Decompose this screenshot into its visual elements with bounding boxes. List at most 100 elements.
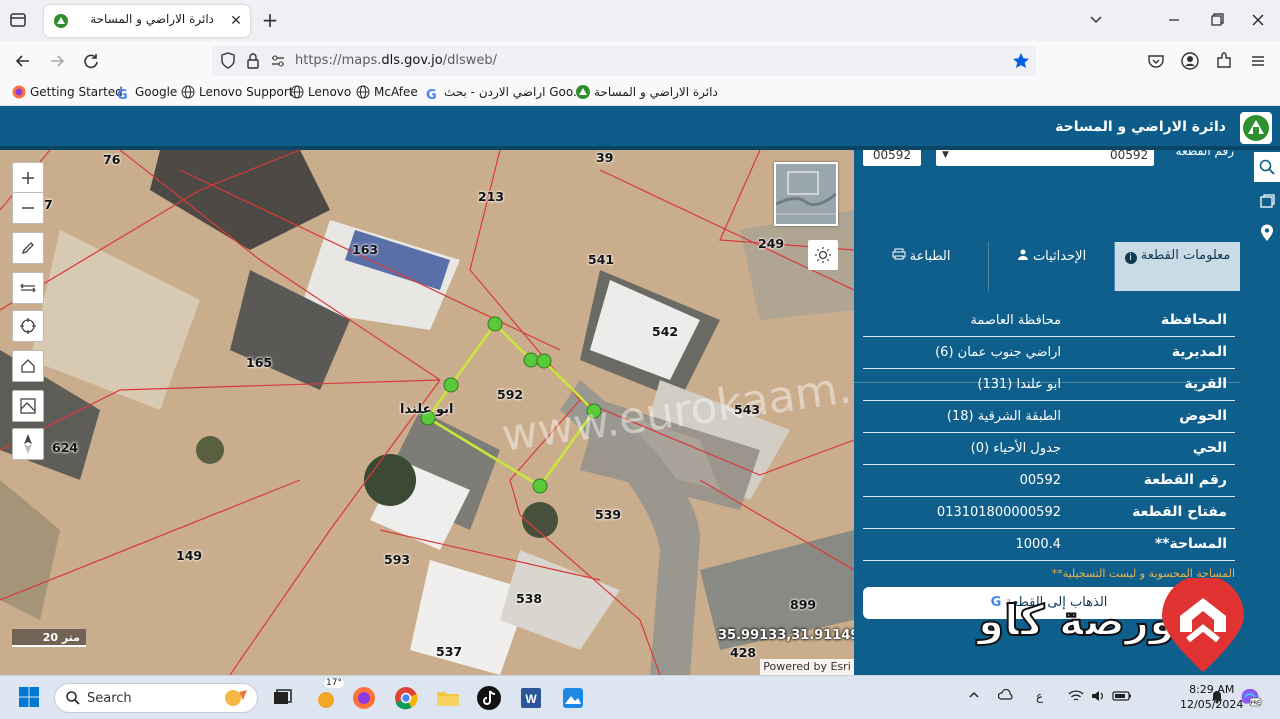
bookmark-lenovo-support[interactable]: Lenovo Support [181, 85, 294, 101]
compass-icon[interactable] [12, 428, 44, 460]
bookmark-dls[interactable]: دائرة الاراضي و المساحة [576, 85, 718, 101]
windows-start-icon[interactable] [18, 686, 40, 708]
parcel-label: 539 [595, 507, 622, 522]
globe-icon [181, 85, 195, 99]
word-icon[interactable]: W [517, 684, 545, 712]
wifi-icon[interactable] [1068, 689, 1084, 706]
tiktok-icon[interactable] [475, 684, 503, 712]
info-row-area: **المساحة 1000.4 [863, 529, 1235, 561]
close-window-icon[interactable] [1244, 8, 1272, 32]
onedrive-icon[interactable] [997, 688, 1014, 704]
chevron-up-icon[interactable] [968, 689, 980, 704]
close-tab-icon[interactable]: ✕ [228, 13, 244, 29]
map-view[interactable]: www.eurokaam.com 76 39 213 7 163 249 541… [0, 150, 854, 675]
menu-icon[interactable] [1247, 50, 1269, 72]
navigation-bar: https://maps.dls.gov.jo/dlsweb/ [0, 41, 1280, 79]
info-row-parcel-number: رقم القطعة 00592 [863, 465, 1235, 497]
lock-icon[interactable] [246, 52, 260, 73]
task-view-icon[interactable] [268, 684, 296, 712]
dls-logo-icon [1240, 112, 1272, 144]
search-icon [65, 690, 81, 709]
parcel-label: 542 [652, 324, 679, 339]
parcel-label: 538 [516, 591, 543, 606]
parcel-label: 163 [352, 242, 379, 257]
parcel-search-label: رقم القطعة [1175, 150, 1234, 158]
measure-icon[interactable] [12, 272, 44, 304]
parcel-label: 541 [588, 252, 615, 267]
file-explorer-icon[interactable] [434, 684, 462, 712]
printer-icon [892, 248, 910, 264]
restore-icon[interactable] [1202, 8, 1230, 32]
site-permissions-icon[interactable] [270, 53, 286, 72]
esri-attribution: Powered by Esri [760, 659, 854, 675]
parcel-label: 76 [103, 152, 121, 167]
windows-taskbar: Search 17° W ع 8:29 AM 12/05/2024 PRE [0, 675, 1280, 719]
tab-parcel-info[interactable]: i معلومات القطعة [1115, 242, 1240, 291]
shield-icon[interactable] [220, 52, 236, 73]
parcel-select[interactable]: ▼ 00592 [936, 150, 1154, 166]
svg-text:PRE: PRE [1251, 701, 1261, 707]
new-tab-icon[interactable]: + [260, 10, 280, 30]
extensions-icon[interactable] [1213, 50, 1235, 72]
parcel-label: 249 [758, 236, 785, 251]
search-highlight-icon [221, 686, 251, 713]
bookmark-google[interactable]: G Google [117, 85, 177, 103]
overview-map[interactable] [774, 162, 838, 226]
chrome-icon[interactable] [392, 684, 420, 712]
location-pin-icon[interactable] [1254, 218, 1280, 248]
locate-icon[interactable] [12, 310, 44, 342]
draw-icon[interactable] [12, 232, 44, 264]
info-row-village: القرية ابو علندا (131) [863, 369, 1235, 401]
parcel-label: 537 [436, 644, 463, 659]
bookmark-getting-started[interactable]: Getting Started [12, 85, 123, 101]
parcel-label: 592 [497, 387, 524, 402]
bookmark-lenovo[interactable]: Lenovo [290, 85, 351, 101]
parcel-number-input[interactable]: 00592 [863, 150, 921, 166]
taskbar-search[interactable]: Search [54, 683, 258, 713]
back-icon[interactable] [12, 50, 34, 72]
brand-logo-icon [1158, 575, 1248, 677]
tab-coordinates[interactable]: الإحداثيات [989, 242, 1115, 291]
info-row-parcel-key: مفتاح القطعة 013101800000592 [863, 497, 1235, 529]
home-icon[interactable] [12, 350, 44, 382]
search-icon[interactable] [1254, 152, 1280, 182]
firefox-icon[interactable] [350, 684, 378, 712]
person-pin-icon [1017, 249, 1033, 264]
info-row-basin: الحوض الطبقة الشرقية (18) [863, 401, 1235, 433]
copilot-icon[interactable]: PRE [1238, 685, 1262, 710]
input-language[interactable]: ع [1036, 689, 1043, 703]
bookmarks-toolbar: Getting Started G Google Lenovo Support L… [0, 79, 1280, 106]
account-icon[interactable] [1179, 50, 1201, 72]
parcel-label: 428 [730, 645, 757, 660]
basemap-icon[interactable] [12, 390, 44, 422]
chevron-down-icon[interactable] [1082, 8, 1110, 32]
browser-tab[interactable]: دائرة الاراضي و المساحة ✕ [44, 5, 250, 37]
tab-print[interactable]: الطباعة [854, 242, 989, 291]
bookmark-mcafee[interactable]: McAfee [356, 85, 418, 101]
bookmark-google-search[interactable]: G اراضي الاردن - بحث Goo... [426, 85, 584, 103]
notification-icon[interactable] [1210, 688, 1224, 707]
minimize-icon[interactable] [1160, 8, 1188, 32]
info-icon: i [1124, 252, 1137, 264]
weather-icon[interactable]: 17° [312, 678, 344, 712]
layers-icon[interactable] [1254, 186, 1280, 216]
pocket-icon[interactable] [1145, 50, 1167, 72]
zoom-in-button[interactable] [12, 162, 44, 194]
bookmark-star-icon[interactable] [1012, 52, 1030, 73]
svg-text:W: W [525, 692, 537, 706]
info-row-neighborhood: الحي جدول الأحياء (0) [863, 433, 1235, 465]
reload-icon[interactable] [80, 50, 102, 72]
battery-icon[interactable] [1112, 689, 1132, 706]
sun-icon[interactable] [808, 240, 838, 270]
forward-icon[interactable] [46, 50, 68, 72]
info-row-governorate: المحافظة محافظة العاصمة [863, 305, 1235, 337]
tab-list-icon[interactable] [8, 10, 28, 30]
volume-icon[interactable] [1090, 689, 1106, 706]
parcel-label: 149 [176, 548, 203, 563]
google-icon: G [426, 88, 437, 103]
scale-bar: 20 متر [12, 629, 86, 647]
parcel-label: 899 [790, 597, 817, 612]
address-bar[interactable]: https://maps.dls.gov.jo/dlsweb/ [212, 46, 1036, 76]
zoom-out-button[interactable] [12, 192, 44, 224]
photos-icon[interactable] [559, 684, 587, 712]
